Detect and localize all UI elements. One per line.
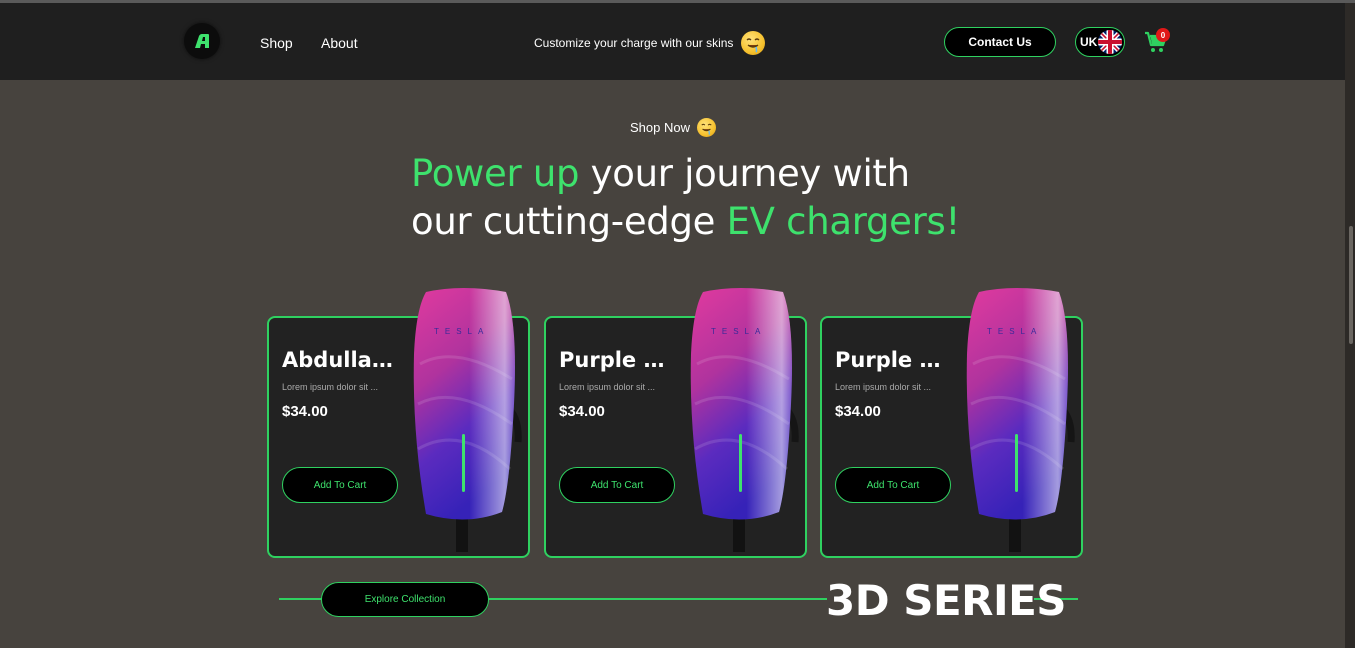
language-selector[interactable]: UK xyxy=(1075,27,1125,57)
ev-charger-image: TESLA xyxy=(959,284,1075,554)
add-to-cart-button[interactable]: Add To Cart xyxy=(835,467,951,503)
product-description: Lorem ipsum dolor sit ... xyxy=(559,382,656,392)
headline-highlight-1: Power up xyxy=(411,152,580,195)
product-title: Purple Sky xyxy=(559,348,677,372)
nav-shop-link[interactable]: Shop xyxy=(260,35,293,51)
product-price: $34.00 xyxy=(559,403,605,420)
promo-text: Customize your charge with our skins xyxy=(534,36,734,50)
series-title: 3D SERIES xyxy=(826,576,1067,625)
scrollbar-thumb[interactable] xyxy=(1349,226,1353,344)
product-title: Abdullah... xyxy=(282,348,400,372)
shop-now-link[interactable]: Shop Now xyxy=(630,118,716,137)
cart-count-badge: 0 xyxy=(1156,28,1170,42)
headline-highlight-2: EV chargers! xyxy=(726,200,961,243)
drooling-face-emoji-icon xyxy=(741,31,766,55)
product-price: $34.00 xyxy=(835,403,881,420)
ev-charger-image: TESLA xyxy=(683,284,799,554)
tesla-brand-text: TESLA xyxy=(434,327,489,336)
product-description: Lorem ipsum dolor sit ... xyxy=(282,382,379,392)
nav-about-link[interactable]: About xyxy=(321,35,358,51)
product-price: $34.00 xyxy=(282,403,328,420)
uk-flag-icon xyxy=(1098,30,1122,54)
hero-headline: Power up your journey with our cutting-e… xyxy=(411,150,971,246)
ev-charger-image: TESLA xyxy=(406,284,522,554)
shop-now-label: Shop Now xyxy=(630,120,690,135)
product-title: Purple Sky xyxy=(835,348,953,372)
promo-banner: Customize your charge with our skins xyxy=(534,31,766,55)
headline-text-2: our cutting-edge xyxy=(411,200,727,243)
brand-logo-icon[interactable] xyxy=(184,23,220,59)
contact-us-button[interactable]: Contact Us xyxy=(944,27,1056,57)
add-to-cart-button[interactable]: Add To Cart xyxy=(559,467,675,503)
tesla-brand-text: TESLA xyxy=(711,327,766,336)
explore-collection-button[interactable]: Explore Collection xyxy=(321,582,489,617)
language-label: UK xyxy=(1080,35,1098,49)
headline-text-1: your journey with xyxy=(579,152,910,195)
product-description: Lorem ipsum dolor sit ... xyxy=(835,382,932,392)
drooling-face-emoji-icon xyxy=(696,118,716,137)
tesla-brand-text: TESLA xyxy=(987,327,1042,336)
add-to-cart-button[interactable]: Add To Cart xyxy=(282,467,398,503)
